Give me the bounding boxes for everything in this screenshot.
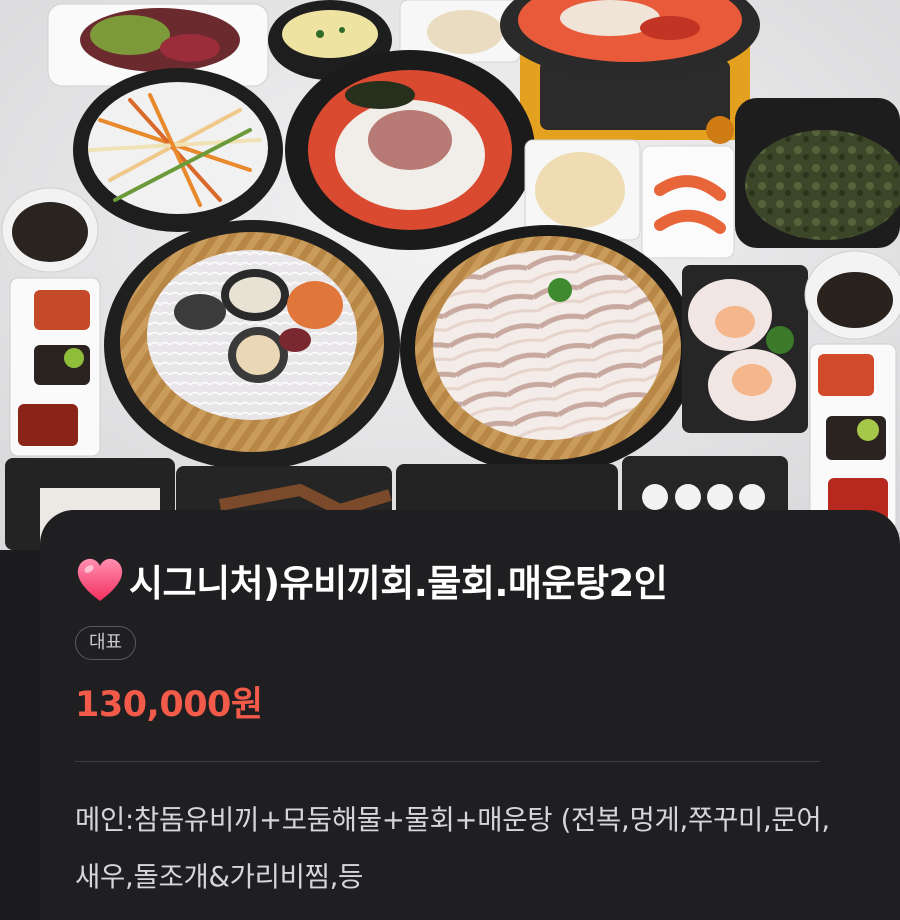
heart-icon xyxy=(77,558,123,601)
menu-item-detail-sheet: 시그니처)유비끼회.물회.매운탕2인 대표 130,000원 메인:참돔유비끼+… xyxy=(40,510,900,920)
representative-badge: 대표 xyxy=(75,626,137,660)
menu-item-page: 시그니처)유비끼회.물회.매운탕2인 대표 130,000원 메인:참돔유비끼+… xyxy=(0,0,900,920)
menu-item-price: 130,000원 xyxy=(75,685,263,725)
title-row: 시그니처)유비끼회.물회.매운탕2인 xyxy=(75,552,900,608)
food-platter-image xyxy=(0,0,900,550)
menu-item-description: 메인:참돔유비끼+모둠해물+물회+매운탕 (전복,멍게,쭈꾸미,문어,새우,돌조… xyxy=(75,804,830,893)
divider xyxy=(75,761,820,762)
menu-item-title: 시그니처)유비끼회.물회.매운탕2인 xyxy=(129,562,668,605)
menu-item-photo[interactable] xyxy=(0,0,900,550)
